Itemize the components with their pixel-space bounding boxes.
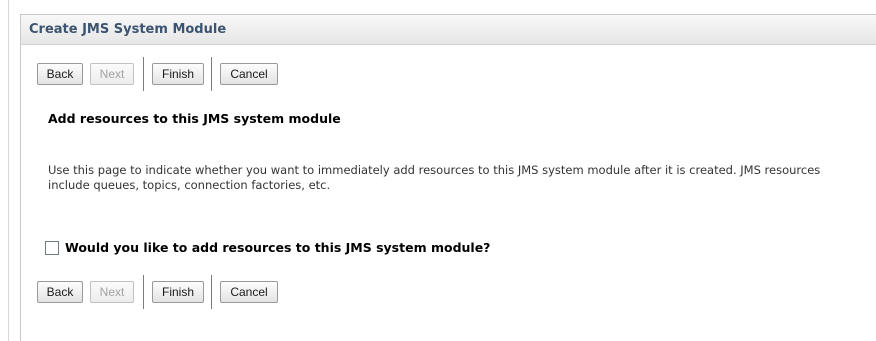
finish-button-bottom[interactable]: Finish bbox=[152, 281, 204, 303]
add-resources-checkbox-label[interactable]: Would you like to add resources to this … bbox=[65, 240, 490, 255]
finish-button-top[interactable]: Finish bbox=[152, 63, 204, 85]
title-bar: Create JMS System Module bbox=[21, 15, 876, 45]
left-edge-divider bbox=[8, 0, 9, 341]
back-button-top[interactable]: Back bbox=[37, 63, 83, 85]
button-separator bbox=[143, 275, 144, 309]
page: Create JMS System Module Back Next Finis… bbox=[0, 0, 876, 341]
bottom-button-bar: Back Next Finish Cancel bbox=[37, 275, 285, 309]
cancel-button-top[interactable]: Cancel bbox=[220, 63, 278, 85]
section-heading: Add resources to this JMS system module bbox=[48, 111, 341, 126]
add-resources-option[interactable]: Would you like to add resources to this … bbox=[45, 240, 490, 255]
back-button-bottom[interactable]: Back bbox=[37, 281, 83, 303]
cancel-button-bottom[interactable]: Cancel bbox=[220, 281, 278, 303]
button-separator bbox=[211, 275, 212, 309]
wizard-panel: Create JMS System Module Back Next Finis… bbox=[20, 14, 876, 341]
next-button-top[interactable]: Next bbox=[90, 63, 134, 85]
button-separator bbox=[211, 57, 212, 91]
next-button-bottom[interactable]: Next bbox=[90, 281, 134, 303]
button-separator bbox=[143, 57, 144, 91]
section-description: Use this page to indicate whether you wa… bbox=[48, 163, 821, 192]
page-title: Create JMS System Module bbox=[29, 22, 227, 37]
add-resources-checkbox[interactable] bbox=[45, 240, 59, 255]
top-button-bar: Back Next Finish Cancel bbox=[37, 57, 285, 91]
